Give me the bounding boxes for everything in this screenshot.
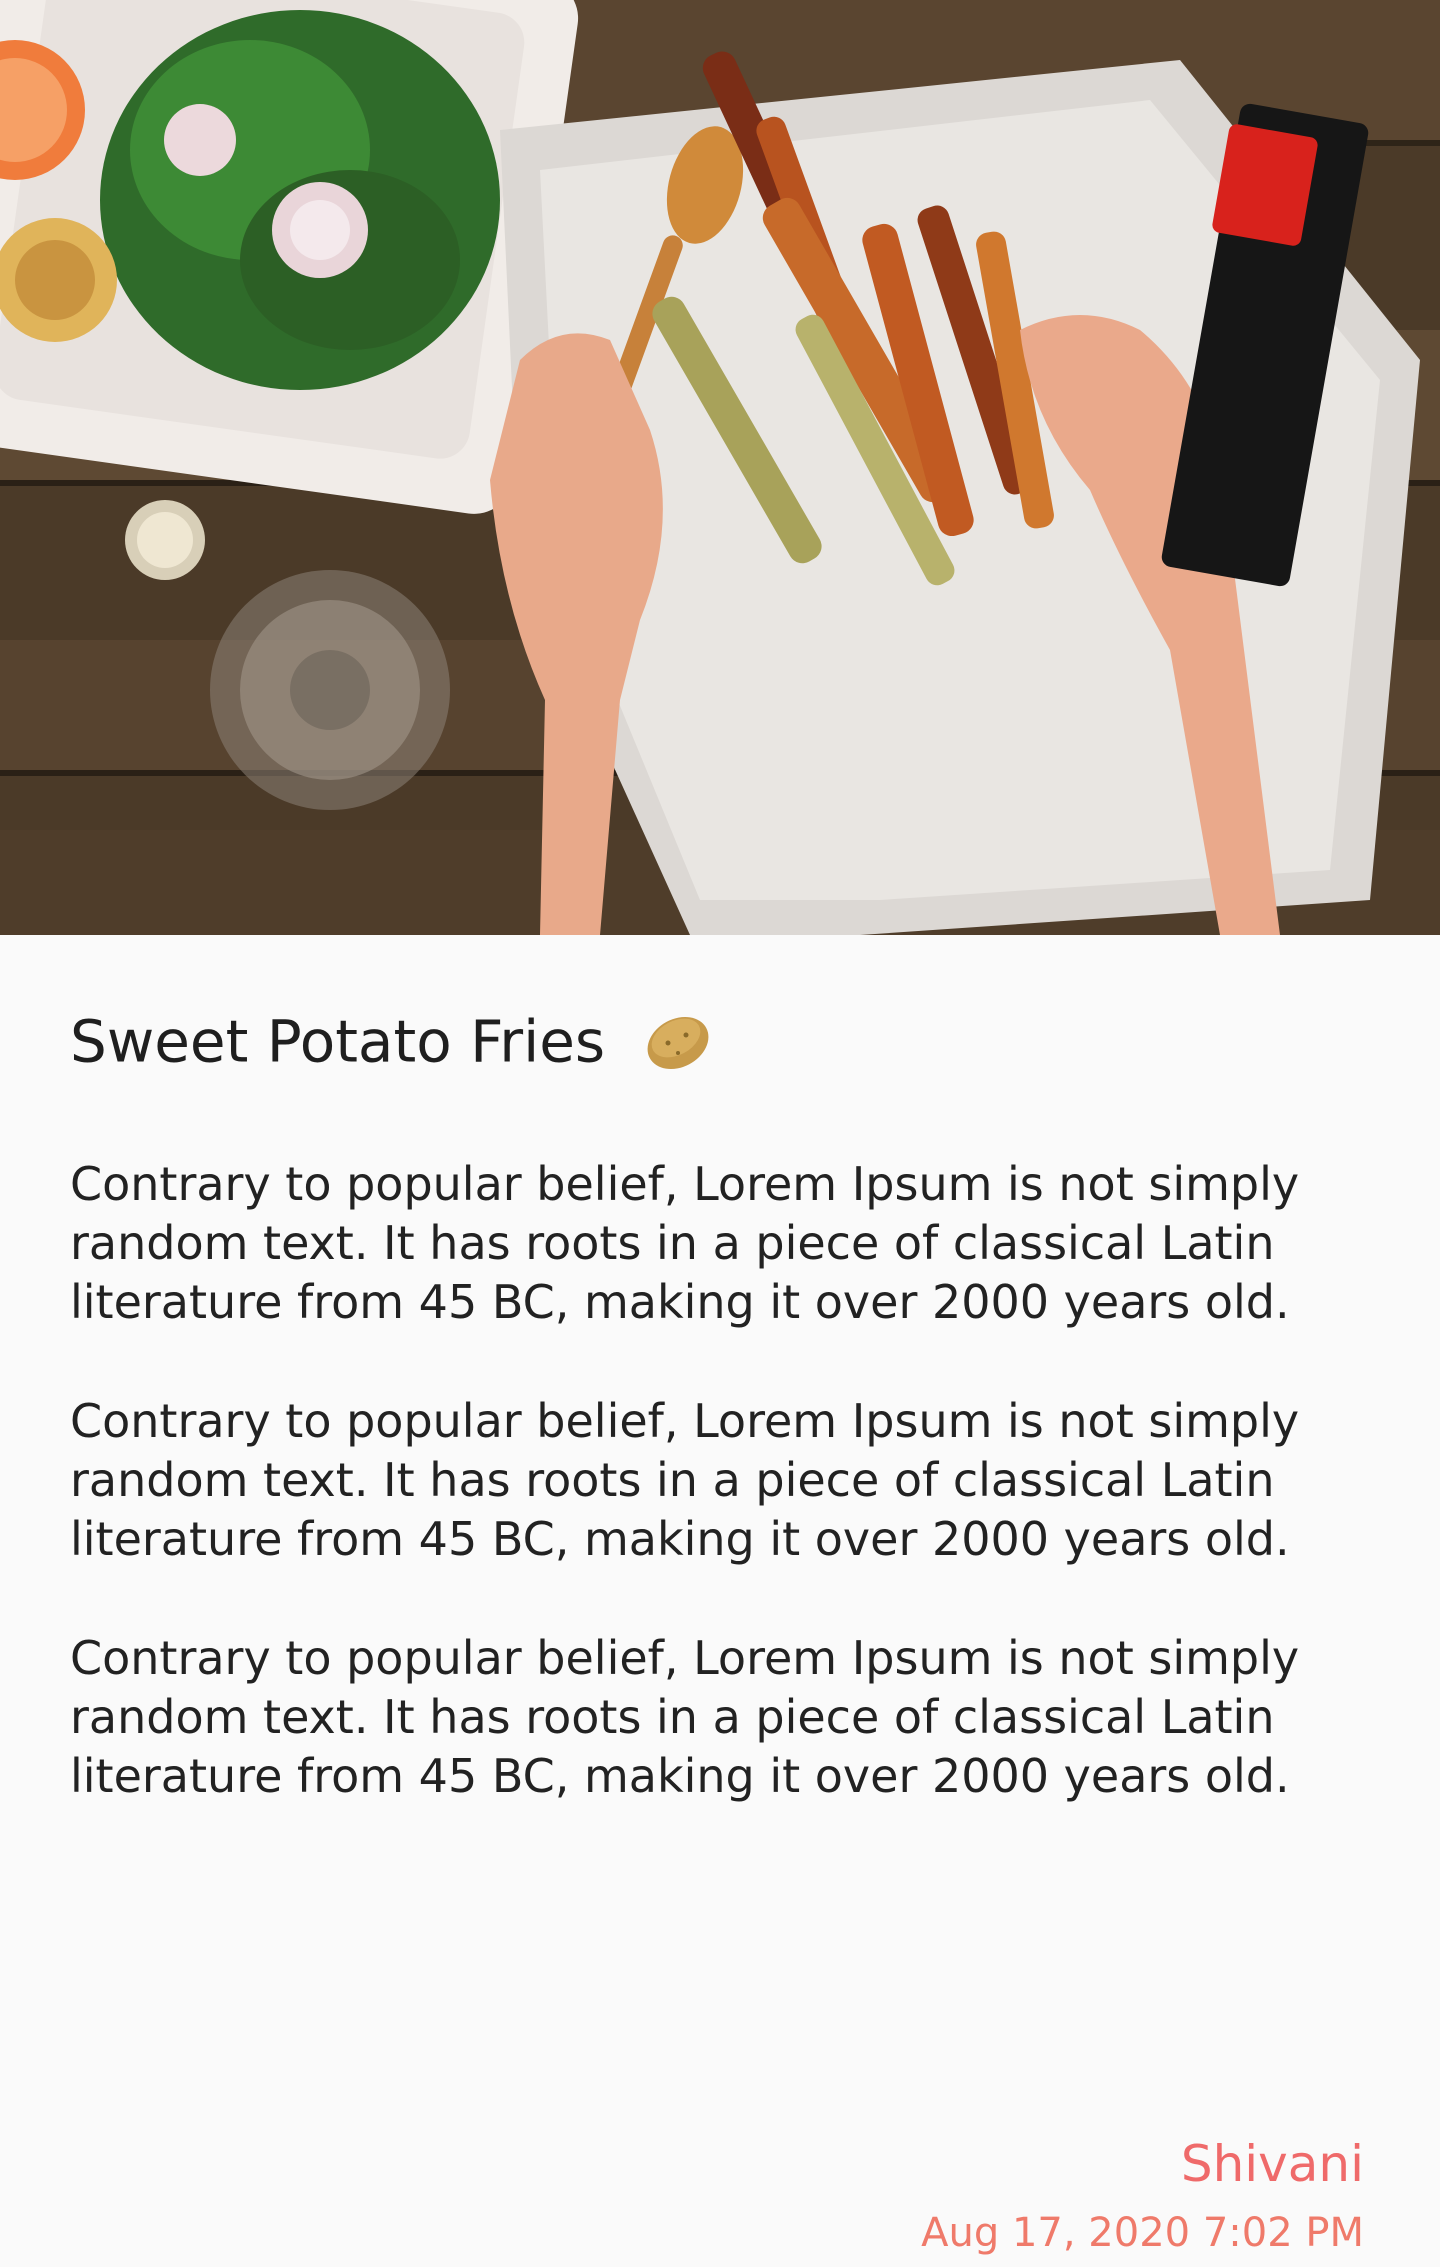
article-paragraph: Contrary to popular belief, Lorem Ipsum … — [70, 1394, 1300, 1566]
post-date: Aug 17, 2020 7:02 PM — [921, 2210, 1364, 2256]
article-paragraph: Contrary to popular belief, Lorem Ipsum … — [70, 1631, 1300, 1803]
article-content: Sweet Potato Fries Contrary to popular b… — [0, 935, 1440, 2267]
hero-image — [0, 0, 1440, 935]
potato-icon — [642, 1005, 714, 1086]
food-photo-illustration — [0, 0, 1440, 935]
article-body: Contrary to popular belief, Lorem Ipsum … — [70, 1155, 1390, 1866]
article-title: Sweet Potato Fries — [70, 1005, 714, 1086]
author-name: Shivani — [1180, 2135, 1364, 2193]
article-title-text: Sweet Potato Fries — [70, 1007, 606, 1076]
article-paragraph: Contrary to popular belief, Lorem Ipsum … — [70, 1157, 1300, 1329]
